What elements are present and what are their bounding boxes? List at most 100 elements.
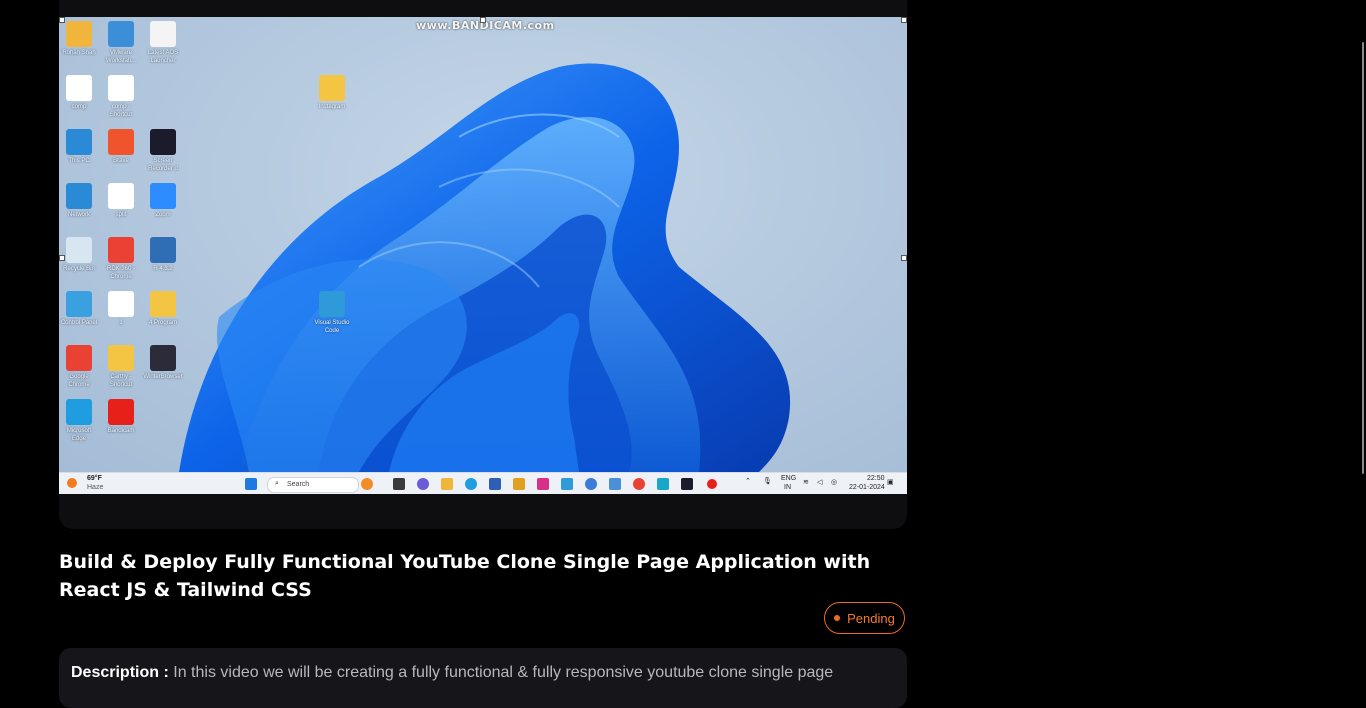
weather-temp: 69°F: [87, 475, 102, 482]
taskbar-app-icon: [361, 478, 373, 490]
chat-icon: [417, 478, 429, 490]
desktop-icon: RDK 360 - Chrome: [101, 237, 141, 281]
control-panel-icon: [66, 291, 92, 317]
user-folder-icon: [66, 21, 92, 47]
windows-bloom-graphic: [179, 63, 791, 472]
folder-icon: [150, 291, 176, 317]
desktop-icon-label: Visual Studio Code: [314, 320, 350, 334]
json-file-icon: [108, 75, 134, 101]
desktop-icon: comp - Shortcut: [101, 75, 141, 119]
desktop-icon-label: Microsoft Edge: [66, 428, 92, 442]
desktop-icon-label: Latest AOS Launcher: [147, 50, 179, 64]
desktop-icon: VMware Workstati...: [101, 21, 141, 65]
desktop-icon: comp: [59, 75, 99, 111]
video-title: Build & Deploy Fully Functional YouTube …: [59, 551, 871, 601]
chrome-icon: [66, 345, 92, 371]
desktop-icon-label: RDK 360 - Chrome: [106, 266, 135, 280]
desktop-icon-label: Recycle Bin: [63, 266, 95, 272]
desktop-icon: Latest AOS Launcher: [143, 21, 183, 65]
desktop-icon-label: comp - Shortcut: [109, 104, 133, 118]
file-explorer-icon: [441, 478, 453, 490]
selection-handle: [901, 255, 907, 261]
desktop-icon: This PC: [59, 129, 99, 165]
status-dot-icon: [834, 615, 841, 621]
desktop-icon-label: R 4.3.2: [153, 266, 173, 272]
w-icon: [150, 345, 176, 371]
desktop-icon-label: Brave: [113, 158, 129, 164]
task-view-icon: [393, 478, 405, 490]
desktop-icon-label: 1: [119, 320, 123, 326]
clock-time: 22:50: [867, 475, 885, 482]
taskbar-app-icon: [585, 478, 597, 490]
lang-top: ENG: [781, 475, 797, 482]
desktop-icon: Microsoft Edge: [59, 399, 99, 443]
r-icon: [150, 237, 176, 263]
desktop-icon-label: Control Panel: [60, 320, 98, 326]
windows-taskbar: 69°F Haze ⌕ Search ⌃ 🎙 ENG IN ≋ ◁ ◎ 22:5…: [59, 472, 907, 494]
notepad-icon: [609, 478, 621, 490]
desktop-icon-label: Screen Recorder d: [148, 158, 178, 172]
desktop-icon: Visual Studio Code: [312, 291, 352, 335]
desktop-icon: 4 Program: [143, 291, 183, 327]
edge-icon: [465, 478, 477, 490]
page-scrollbar-thumb[interactable]: [1362, 42, 1364, 474]
clock-date: 22-01-2024: [849, 484, 885, 491]
desktop-icon: Zoom: [143, 183, 183, 219]
weather-desc: Haze: [87, 484, 104, 491]
desktop-icon-label: Instagram: [318, 104, 346, 110]
document-icon: [108, 183, 134, 209]
desktop-icon: Screen Recorder d: [143, 129, 183, 173]
description-text: In this video we will be creating a full…: [173, 664, 834, 681]
windows-start-icon: [245, 478, 257, 490]
chrome-icon: [108, 237, 134, 263]
video-player[interactable]: www.BANDICAM.com Rohan Shah VMware Workst…: [59, 0, 907, 529]
desktop-icon: Recycle Bin: [59, 237, 99, 273]
video-frame[interactable]: www.BANDICAM.com Rohan Shah VMware Workst…: [59, 17, 907, 494]
desktop-icon-label: Carthy - Shortcut: [109, 374, 133, 388]
desktop-icon-label: This PC: [68, 158, 90, 164]
folder-icon: [319, 75, 345, 101]
screen-recorder-icon: [150, 129, 176, 155]
json-file-icon: [66, 75, 92, 101]
search-icon: ⌕: [275, 480, 279, 487]
monitor-icon: [66, 129, 92, 155]
status-label: Pending: [847, 610, 895, 626]
desktop-icon: WinterBrowser: [143, 345, 183, 381]
vscode-icon: [561, 478, 573, 490]
notification-icon: ▣: [887, 479, 894, 486]
wifi-icon: ≋: [803, 479, 809, 486]
record-icon: [707, 479, 717, 489]
vscode-icon: [319, 291, 345, 317]
desktop-icon-label: Rohan Shah: [62, 50, 96, 56]
desktop-icon: 1: [101, 291, 141, 327]
desktop-wallpaper: www.BANDICAM.com Rohan Shah VMware Workst…: [59, 17, 907, 472]
selection-handle: [901, 17, 907, 23]
desktop-icon-label: split: [115, 212, 127, 218]
status-badge: Pending: [824, 602, 905, 634]
desktop-icon-label: Google Chrome: [68, 374, 90, 388]
desktop-icon: Rohan Shah: [59, 21, 99, 57]
desktop-icon: Brave: [101, 129, 141, 165]
search-placeholder: Search: [287, 481, 310, 488]
zoom-icon: [150, 183, 176, 209]
lang-bottom: IN: [784, 484, 791, 491]
selection-handle: [480, 17, 486, 23]
microphone-icon: 🎙: [763, 478, 772, 485]
desktop-icon-label: WinterBrowser: [143, 374, 183, 380]
vmware-icon: [108, 21, 134, 47]
taskbar-search: ⌕ Search: [267, 477, 359, 493]
volume-icon: ◁: [817, 479, 823, 486]
document-icon: [108, 291, 134, 317]
desktop-icon: Instagram: [312, 75, 352, 111]
chrome-icon: [633, 478, 645, 490]
desktop-icon-label: comp: [71, 104, 87, 110]
desktop-icon-label: Network: [67, 212, 90, 218]
taskbar-app-icon: [657, 478, 669, 490]
taskbar-app-icon: [513, 478, 525, 490]
brave-icon: [108, 129, 134, 155]
desktop-icon-label: Zoom: [155, 212, 171, 218]
description-panel: Description : In this video we will be c…: [59, 648, 907, 708]
desktop-icon: Google Chrome: [59, 345, 99, 389]
edge-icon: [66, 399, 92, 425]
store-icon: [489, 478, 501, 490]
